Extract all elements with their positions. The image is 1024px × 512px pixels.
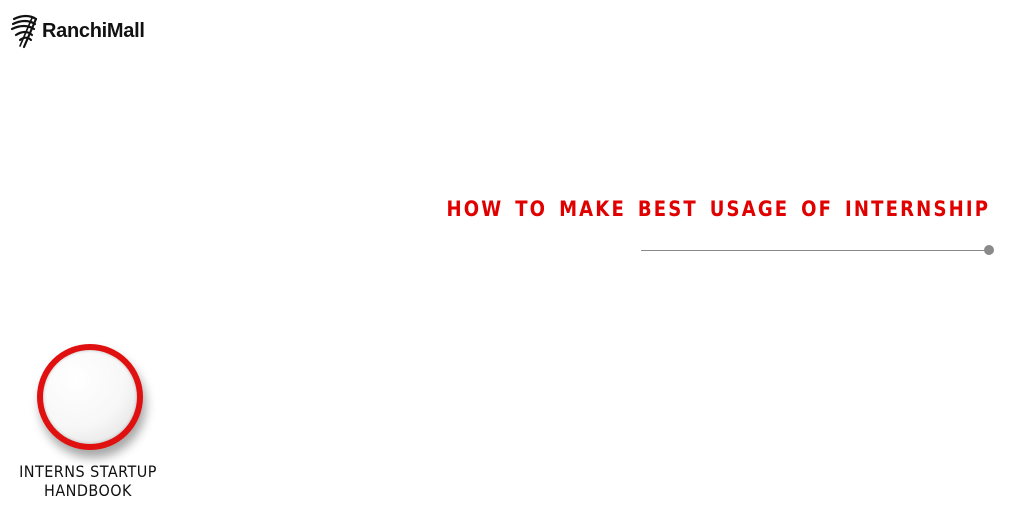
handbook-title-line1: INTERNS STARTUP <box>19 462 157 481</box>
ranchimall-logo-icon <box>10 14 38 49</box>
divider-dot <box>984 245 994 255</box>
handbook-badge <box>37 344 143 450</box>
page-headline: HOW TO MAKE BEST USAGE OF INTERNSHIP <box>446 197 990 221</box>
headline-divider <box>641 250 985 251</box>
brand: RanchiMall <box>10 8 145 52</box>
handbook-title-line2: HANDBOOK <box>44 481 132 500</box>
badge-inner-circle <box>43 350 137 444</box>
brand-name: RanchiMall <box>42 20 145 42</box>
handbook-title: INTERNS STARTUP HANDBOOK <box>0 462 176 500</box>
